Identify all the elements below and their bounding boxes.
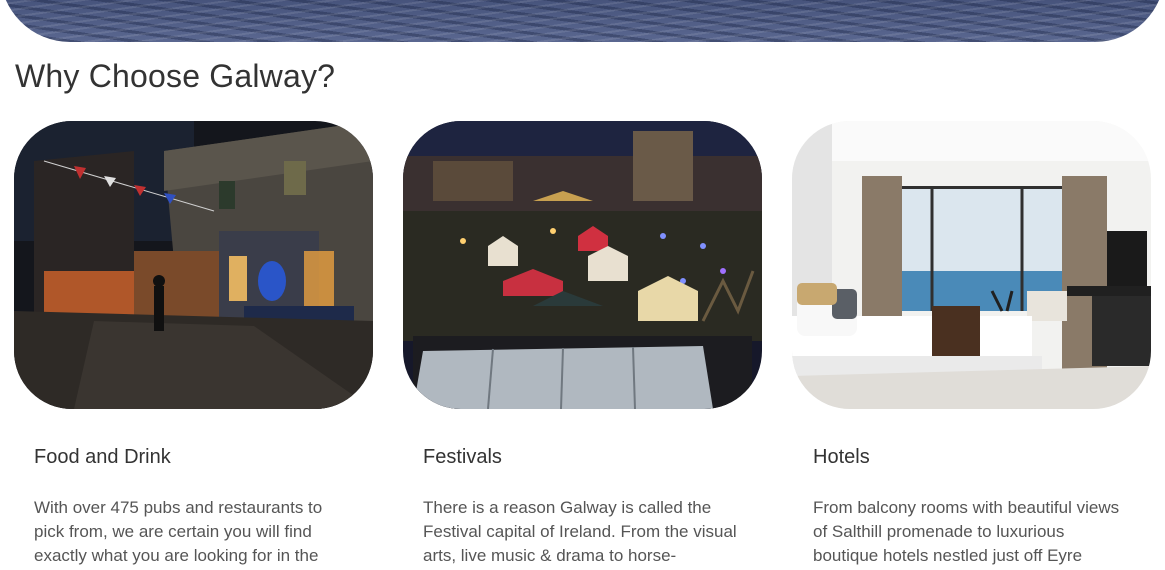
hero-sea-image bbox=[0, 0, 1165, 42]
festivals-image[interactable] bbox=[403, 121, 762, 409]
card-title-festivals[interactable]: Festivals bbox=[423, 446, 502, 469]
card-title-hotels[interactable]: Hotels bbox=[813, 446, 870, 469]
hotels-image[interactable] bbox=[792, 121, 1151, 409]
card-text-food-and-drink: With over 475 pubs and restaurants to pi… bbox=[34, 498, 323, 565]
section-title: Why Choose Galway? bbox=[15, 58, 336, 94]
card-text-festivals: There is a reason Galway is called the F… bbox=[423, 498, 737, 565]
card-title-food-and-drink[interactable]: Food and Drink bbox=[34, 446, 171, 469]
food-and-drink-image[interactable] bbox=[14, 121, 373, 409]
card-text-hotels: From balcony rooms with beautiful views … bbox=[813, 498, 1120, 565]
